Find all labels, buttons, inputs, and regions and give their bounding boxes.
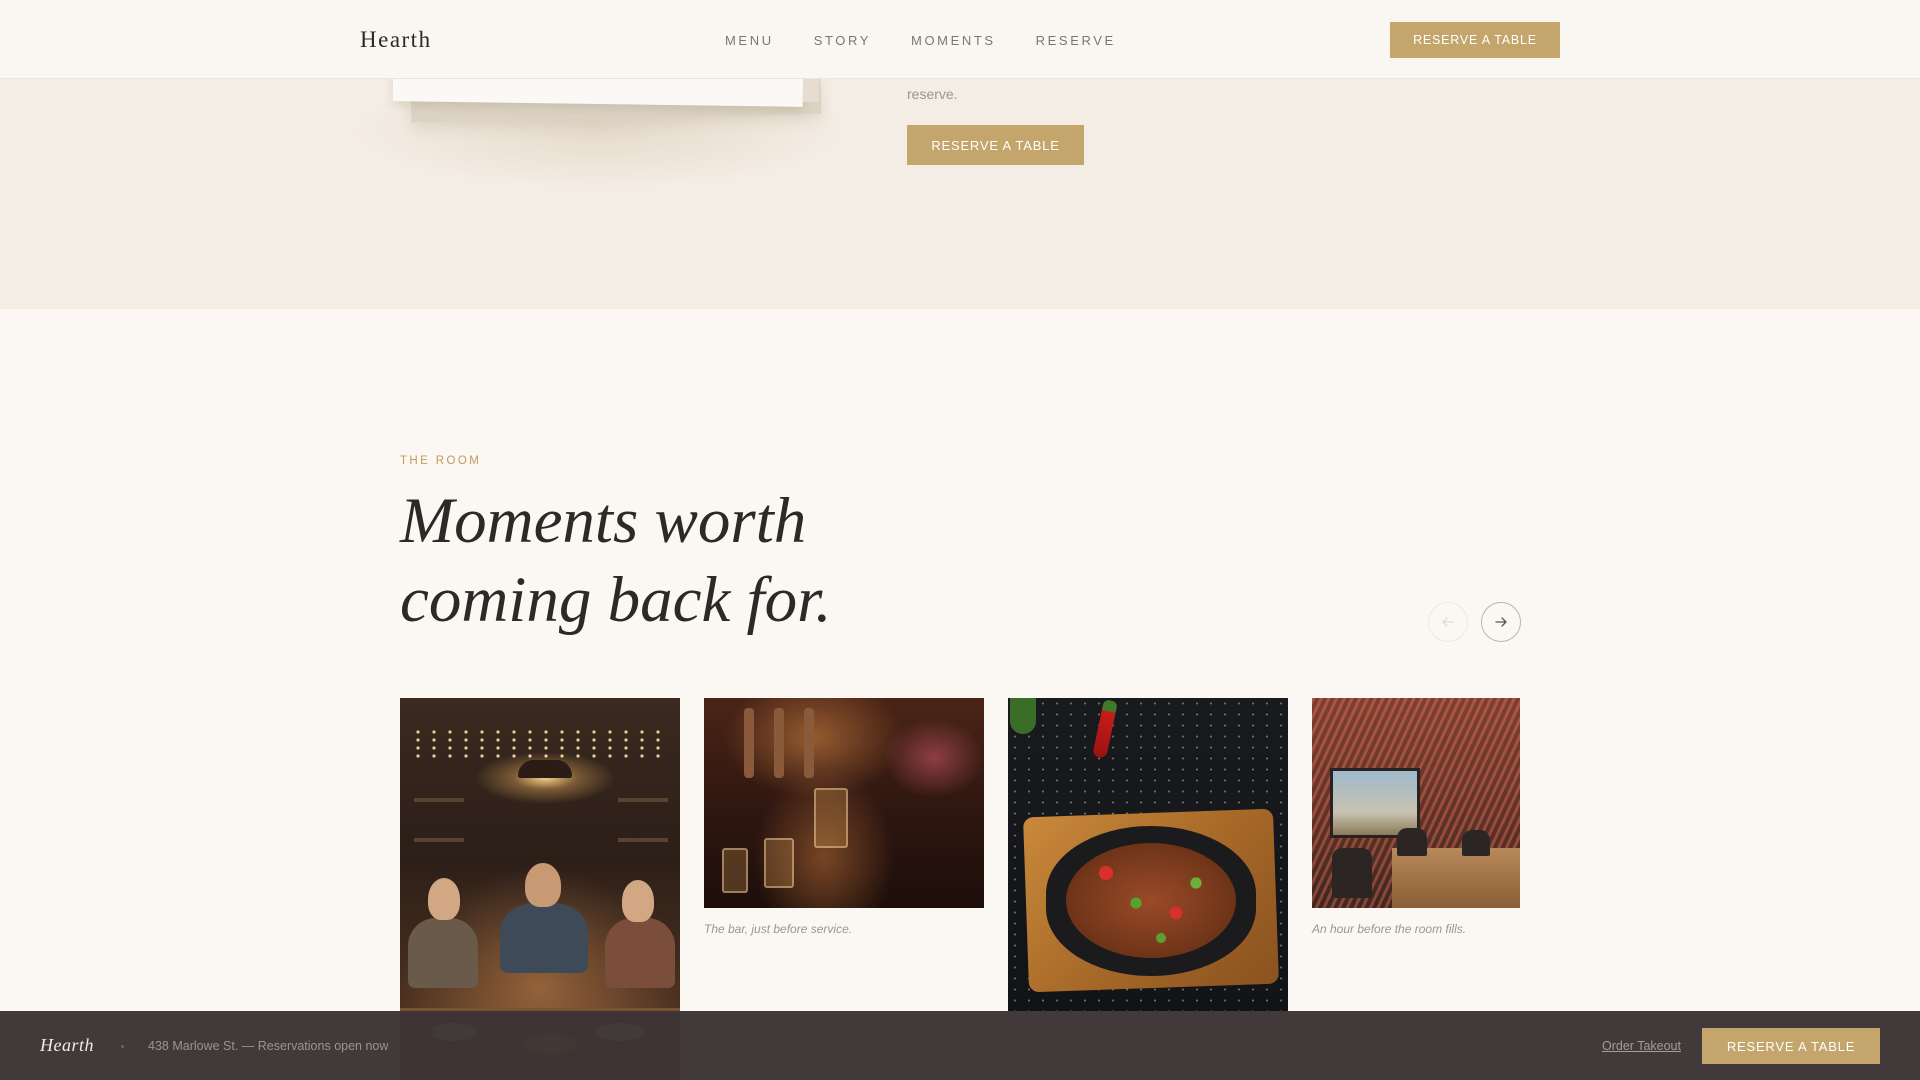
- nav-link-menu[interactable]: MENU: [725, 33, 774, 48]
- person-head: [428, 878, 460, 920]
- sticky-reservation-bar: Hearth 438 Marlowe St. — Reservations op…: [0, 1011, 1920, 1080]
- nav-link-story[interactable]: STORY: [814, 33, 871, 48]
- separator-dot: [121, 1045, 124, 1048]
- glass: [722, 848, 748, 893]
- carousel-prev-button[interactable]: [1428, 602, 1468, 642]
- hero-reserve-button[interactable]: RESERVE A TABLE: [907, 125, 1084, 165]
- beer-tap: [804, 708, 814, 778]
- person-body: [408, 918, 478, 988]
- shelf: [414, 838, 464, 842]
- chair: [1332, 848, 1372, 898]
- gallery-photo-interior[interactable]: [1312, 698, 1520, 908]
- bottom-bar-reserve-button[interactable]: RESERVE A TABLE: [1702, 1028, 1880, 1064]
- photo-caption-bar: The bar, just before service.: [704, 922, 853, 936]
- glass: [764, 838, 794, 888]
- person-head: [622, 880, 654, 922]
- bar-image: [704, 698, 984, 908]
- gallery-photo-bar[interactable]: [704, 698, 984, 908]
- order-takeout-link[interactable]: Order Takeout: [1602, 1039, 1681, 1053]
- string-lights: [410, 728, 670, 758]
- bottom-bar-address: 438 Marlowe St. — Reservations open now: [148, 1039, 389, 1053]
- gallery-photo-skillet[interactable]: [1008, 698, 1288, 1011]
- herb-leaf: [1010, 698, 1036, 734]
- interior-image: [1312, 698, 1520, 908]
- hero-text-fragment: reserve.: [907, 86, 958, 102]
- arrow-right-icon: [1495, 617, 1507, 627]
- top-navigation: Hearth MENU STORY MOMENTS RESERVE RESERV…: [0, 0, 1920, 79]
- beer-tap: [744, 708, 754, 778]
- nav-links: MENU STORY MOMENTS RESERVE: [725, 33, 1156, 48]
- section-title-line1: Moments worth: [400, 485, 807, 557]
- arrow-left-icon: [1442, 617, 1454, 627]
- photo-caption-interior: An hour before the room fills.: [1312, 922, 1467, 936]
- person-head: [525, 863, 561, 907]
- shelf: [618, 798, 668, 802]
- pendant-lamp: [518, 760, 572, 778]
- person-body: [500, 903, 588, 973]
- nav-link-reserve[interactable]: RESERVE: [1036, 33, 1116, 48]
- section-eyebrow: THE ROOM: [400, 455, 482, 467]
- shelf: [414, 798, 464, 802]
- nav-link-moments[interactable]: MOMENTS: [911, 33, 996, 48]
- shelf: [618, 838, 668, 842]
- carousel-next-button[interactable]: [1481, 602, 1521, 642]
- chair: [1397, 828, 1427, 856]
- stir-fry: [1066, 843, 1236, 958]
- chair: [1462, 830, 1490, 856]
- nav-reserve-button[interactable]: RESERVE A TABLE: [1390, 22, 1560, 58]
- section-title-line2: coming back for.: [400, 564, 832, 636]
- skillet-image: [1008, 698, 1288, 1011]
- glass: [814, 788, 848, 848]
- section-title: Moments worth coming back for.: [400, 482, 960, 640]
- beer-tap: [774, 708, 784, 778]
- dining-table: [1392, 848, 1520, 908]
- bottom-bar-brand: Hearth: [40, 1035, 94, 1055]
- chili-pepper: [1092, 699, 1118, 759]
- person-body: [605, 918, 675, 988]
- brand-logo[interactable]: Hearth: [360, 27, 432, 53]
